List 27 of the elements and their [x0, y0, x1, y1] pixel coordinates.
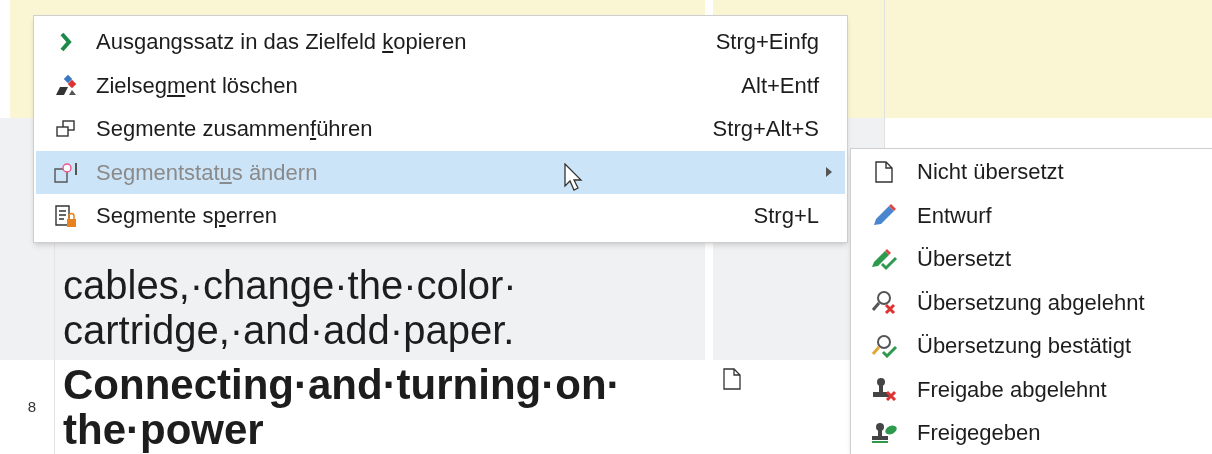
- document-lock-icon: [54, 203, 78, 228]
- segment-text-line: cables,·change·the·color·: [63, 263, 518, 308]
- document-gear-icon: [53, 160, 79, 185]
- menu-item[interactable]: Übersetzung bestätigt: [851, 324, 1212, 368]
- menu-item[interactable]: Nicht übersetzt: [851, 150, 1212, 194]
- shortcut-text: Alt+Entf: [741, 71, 819, 100]
- menu-item[interactable]: Entwurf: [851, 193, 1212, 237]
- pencil-check-icon: [870, 246, 898, 271]
- row-number: 8: [27, 396, 37, 417]
- menu-item[interactable]: Freigegeben: [851, 411, 1212, 454]
- segment-text-line: Connecting·and·turning·on·: [63, 362, 622, 407]
- menu-item[interactable]: Übersetzt: [851, 237, 1212, 281]
- shortcut-text: Strg+L: [753, 202, 819, 231]
- stamp-leaf-icon: [870, 420, 898, 445]
- magnifier-check-icon: [870, 333, 898, 358]
- segment-text-line: the·power: [63, 407, 264, 452]
- blank-page-icon: [723, 368, 741, 390]
- stamp-cross-icon: [870, 377, 898, 402]
- shortcut-text: Strg+Einfg: [715, 28, 819, 57]
- submenu-arrow-icon: [825, 166, 833, 179]
- eraser-icon: [54, 73, 78, 98]
- pencil-icon: [871, 203, 897, 228]
- menu-item[interactable]: Freigabe abgelehnt: [851, 367, 1212, 411]
- shortcut-text: Strg+Alt+S: [712, 115, 819, 144]
- menu-item[interactable]: Übersetzung abgelehnt: [851, 280, 1212, 324]
- segment-text-line: cartridge,·and·add·paper.: [63, 308, 516, 353]
- magnifier-cross-icon: [870, 290, 898, 315]
